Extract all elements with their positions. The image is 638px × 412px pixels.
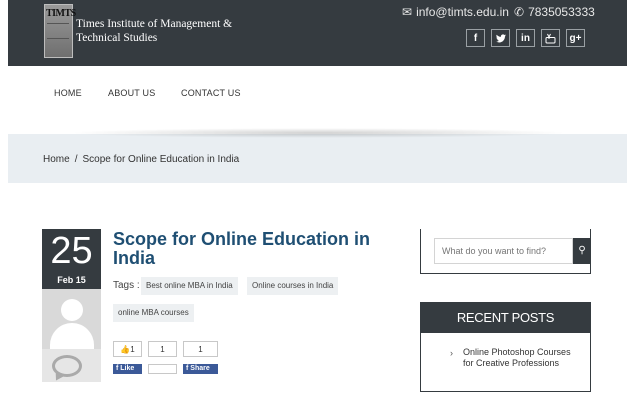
recent-posts-widget: RECENT POSTS › Online Photoshop Courses … xyxy=(420,302,591,392)
twitter-icon[interactable] xyxy=(491,29,510,47)
post-month: Feb 15 xyxy=(57,275,86,285)
facebook-share-button[interactable]: f Share xyxy=(183,364,218,374)
page: TIMTS Times Institute of Management & Te… xyxy=(8,0,627,392)
search-widget: ⚲ xyxy=(420,229,591,274)
post-day: 25 xyxy=(50,230,93,272)
breadcrumb-current: Scope for Online Education in India xyxy=(82,154,240,165)
nav-about-us[interactable]: ABOUT US xyxy=(108,88,155,98)
email-text: info@timts.edu.in xyxy=(416,5,509,19)
post-title[interactable]: Scope for Online Education in India xyxy=(113,230,393,268)
breadcrumb-separator: / xyxy=(74,154,78,165)
recent-posts-title: RECENT POSTS xyxy=(421,303,590,333)
tags-label: Tags : xyxy=(113,280,140,291)
phone-icon: ✆ xyxy=(514,5,525,19)
like-count: 👍1 xyxy=(113,341,142,357)
author-avatar[interactable] xyxy=(42,289,101,349)
email-link[interactable]: ✉ info@timts.edu.in xyxy=(402,5,509,19)
search-input[interactable] xyxy=(434,238,573,264)
facebook-icon[interactable]: f xyxy=(466,29,485,47)
tag-link[interactable]: online MBA courses xyxy=(113,304,194,322)
facebook-like-button[interactable]: f Like xyxy=(113,364,142,374)
site-header: TIMTS Times Institute of Management & Te… xyxy=(8,0,627,66)
linkedin-icon[interactable]: in xyxy=(516,29,535,47)
logo[interactable]: TIMTS xyxy=(44,4,76,58)
search-button[interactable]: ⚲ xyxy=(573,238,591,264)
breadcrumb-home[interactable]: Home xyxy=(43,154,70,165)
phone-text: 7835053333 xyxy=(528,5,595,19)
logo-badge-text: TIMTS xyxy=(46,8,76,19)
envelope-icon: ✉ xyxy=(402,5,413,19)
breadcrumb-band: Home / Scope for Online Education in India xyxy=(8,128,627,183)
youtube-icon[interactable] xyxy=(541,29,560,47)
google-plus-icon[interactable]: g+ xyxy=(566,29,585,47)
nav-contact-us[interactable]: CONTACT US xyxy=(181,88,241,98)
recent-post-link[interactable]: Online Photoshop Courses for Creative Pr… xyxy=(463,347,573,369)
share-count: 1 xyxy=(183,341,218,357)
post-date: 25 Feb 15 xyxy=(42,229,101,289)
breadcrumb: Home / Scope for Online Education in India xyxy=(43,154,239,165)
search-icon: ⚲ xyxy=(578,245,586,256)
tweet-count: 1 xyxy=(148,341,177,357)
tag-link[interactable]: Best online MBA in India xyxy=(141,277,238,295)
chevron-right-icon: › xyxy=(450,348,453,358)
tag-link[interactable]: Online courses in India xyxy=(247,277,339,295)
nav-home[interactable]: HOME xyxy=(54,88,82,98)
phone-link[interactable]: ✆ 7835053333 xyxy=(514,5,595,19)
comments-button[interactable] xyxy=(42,349,101,383)
main-nav: HOME ABOUT US CONTACT US xyxy=(8,66,627,134)
thumbs-up-icon: 👍 xyxy=(120,345,131,354)
site-title[interactable]: Times Institute of Management & Technica… xyxy=(76,17,246,45)
tweet-button[interactable] xyxy=(148,364,177,374)
